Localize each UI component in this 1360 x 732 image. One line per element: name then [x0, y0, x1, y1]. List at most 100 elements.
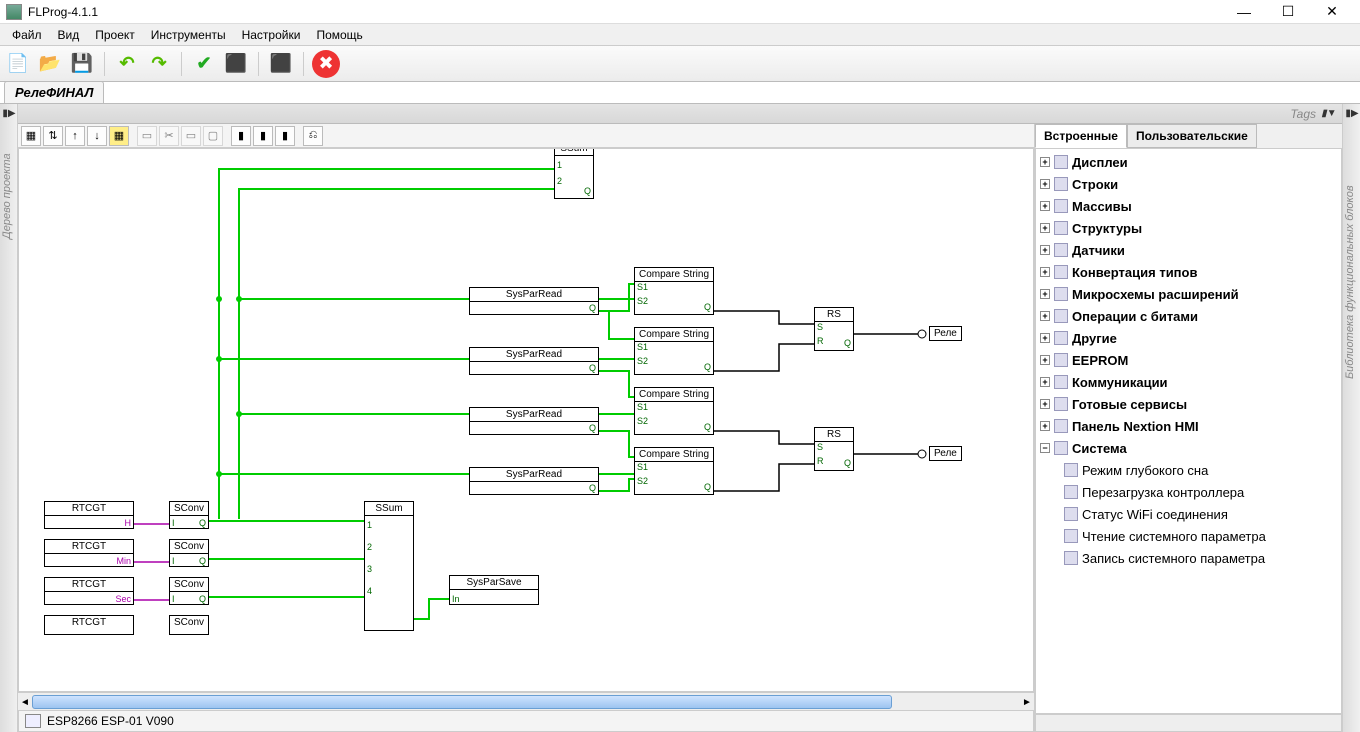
menu-tools[interactable]: Инструменты	[143, 26, 234, 44]
project-tab[interactable]: РелеФИНАЛ	[4, 81, 104, 103]
block-ssum-top[interactable]: SSum 1 2 Q	[554, 148, 594, 199]
ebtn-1[interactable]: ▦	[21, 126, 41, 146]
block-rtcgt-3[interactable]: RTCGT Sec	[44, 577, 134, 605]
ebtn-9[interactable]: ▢	[203, 126, 223, 146]
cancel-button[interactable]: ✖	[312, 50, 340, 78]
ebtn-10[interactable]: ▮	[231, 126, 251, 146]
menu-view[interactable]: Вид	[50, 26, 88, 44]
ebtn-2[interactable]: ⇅	[43, 126, 63, 146]
block-rs-1[interactable]: RS S R Q	[814, 307, 854, 351]
scroll-thumb[interactable]	[32, 695, 892, 709]
tree-item[interactable]: +Другие	[1038, 327, 1339, 349]
tree-item-label: EEPROM	[1072, 353, 1128, 368]
block-rtcgt-4[interactable]: RTCGT	[44, 615, 134, 635]
ebtn-12[interactable]: ▮	[275, 126, 295, 146]
tags-strip[interactable]: Tags ▮▼	[18, 104, 1342, 124]
menu-project[interactable]: Проект	[87, 26, 143, 44]
tree-item[interactable]: +Панель Nextion HMI	[1038, 415, 1339, 437]
block-ssum-mid[interactable]: SSum 1 2 3 4	[364, 501, 414, 631]
block-library-collapsed[interactable]: ▮▶ Библиотека функциональных блоков	[1342, 104, 1360, 732]
open-button[interactable]: 📂	[36, 50, 64, 78]
compile-button[interactable]: ⬛	[222, 50, 250, 78]
block-rtcgt-1[interactable]: RTCGT H	[44, 501, 134, 529]
tree-item[interactable]: Статус WiFi соединения	[1038, 503, 1339, 525]
upload-button[interactable]: ⬛	[267, 50, 295, 78]
port-q: Q	[704, 422, 711, 432]
check-button[interactable]: ✔	[190, 50, 218, 78]
block-sysparread-3[interactable]: SysParRead Q	[469, 407, 599, 435]
block-sysparread-1[interactable]: SysParRead Q	[469, 287, 599, 315]
project-tree-collapsed[interactable]: ▮▶ Дерево проекта	[0, 104, 18, 732]
block-rtcgt-2[interactable]: RTCGT Min	[44, 539, 134, 567]
block-sconv-2[interactable]: SConv I Q	[169, 539, 209, 567]
undo-button[interactable]: ↶	[113, 50, 141, 78]
tree-item[interactable]: +Массивы	[1038, 195, 1339, 217]
save-button[interactable]: 💾	[68, 50, 96, 78]
block-sconv-4[interactable]: SConv	[169, 615, 209, 635]
ebtn-up[interactable]: ↑	[65, 126, 85, 146]
canvas-hscroll[interactable]: ◄ ►	[18, 692, 1034, 710]
folder-icon	[1054, 309, 1068, 323]
block-compare-3[interactable]: Compare String S1 S2 Q	[634, 387, 714, 435]
ebtn-6[interactable]: ▭	[137, 126, 157, 146]
tree-item[interactable]: Перезагрузка контроллера	[1038, 481, 1339, 503]
ebtn-7[interactable]: ✂	[159, 126, 179, 146]
block-compare-2[interactable]: Compare String S1 S2 Q	[634, 327, 714, 375]
close-button[interactable]: ✕	[1310, 1, 1354, 23]
tree-item[interactable]: +Датчики	[1038, 239, 1339, 261]
new-button[interactable]: 📄	[4, 50, 32, 78]
tree-item[interactable]: +Конвертация типов	[1038, 261, 1339, 283]
block-sysparread-2[interactable]: SysParRead Q	[469, 347, 599, 375]
block-compare-1[interactable]: Compare String S1 S2 Q	[634, 267, 714, 315]
tree-item[interactable]: +EEPROM	[1038, 349, 1339, 371]
tree-item[interactable]: Чтение системного параметра	[1038, 525, 1339, 547]
tags-label: Tags	[1290, 107, 1316, 121]
tree-item[interactable]: Запись системного параметра	[1038, 547, 1339, 569]
minimize-button[interactable]: —	[1222, 1, 1266, 23]
block-compare-4[interactable]: Compare String S1 S2 Q	[634, 447, 714, 495]
block-sysparread-4[interactable]: SysParRead Q	[469, 467, 599, 495]
block-sysparsave[interactable]: SysParSave In	[449, 575, 539, 605]
library-hscroll[interactable]	[1035, 714, 1342, 732]
tree-item-label: Запись системного параметра	[1082, 551, 1265, 566]
diagram-canvas[interactable]: SSum 1 2 Q SysParRead Q SysParRead Q	[18, 148, 1034, 692]
block-sysparread-2-hdr: SysParRead	[470, 348, 598, 362]
menu-settings[interactable]: Настройки	[234, 26, 309, 44]
tree-item[interactable]: −Система	[1038, 437, 1339, 459]
block-sconv-1[interactable]: SConv I Q	[169, 501, 209, 529]
redo-button[interactable]: ↷	[145, 50, 173, 78]
menu-help[interactable]: Помощь	[308, 26, 370, 44]
block-sysparread-1-hdr: SysParRead	[470, 288, 598, 302]
tree-item[interactable]: +Операции с битами	[1038, 305, 1339, 327]
ebtn-5[interactable]: ▦	[109, 126, 129, 146]
ebtn-8[interactable]: ▭	[181, 126, 201, 146]
tree-item[interactable]: +Структуры	[1038, 217, 1339, 239]
library-tabs: Встроенные Пользовательские	[1035, 124, 1342, 148]
ebtn-11[interactable]: ▮	[253, 126, 273, 146]
block-icon	[1064, 507, 1078, 521]
tree-item-label: Датчики	[1072, 243, 1125, 258]
tree-item[interactable]: +Микросхемы расширений	[1038, 283, 1339, 305]
port-s: S	[817, 442, 823, 452]
menu-file[interactable]: Файл	[4, 26, 50, 44]
ebtn-down[interactable]: ↓	[87, 126, 107, 146]
block-sconv-3[interactable]: SConv I Q	[169, 577, 209, 605]
ebtn-13[interactable]: ⎌	[303, 126, 323, 146]
maximize-button[interactable]: ☐	[1266, 1, 1310, 23]
block-rs-1-hdr: RS	[815, 308, 853, 322]
folder-icon	[1054, 441, 1068, 455]
port-s2: S2	[637, 356, 648, 366]
block-rs-2[interactable]: RS S R Q	[814, 427, 854, 471]
tab-builtin[interactable]: Встроенные	[1035, 124, 1127, 148]
output-relay-2[interactable]: Реле	[929, 446, 962, 461]
library-tree[interactable]: +Дисплеи+Строки+Массивы+Структуры+Датчик…	[1035, 148, 1342, 714]
tree-item[interactable]: Режим глубокого сна	[1038, 459, 1339, 481]
output-relay-1[interactable]: Реле	[929, 326, 962, 341]
tree-item[interactable]: +Коммуникации	[1038, 371, 1339, 393]
port-3: 3	[367, 564, 372, 574]
tab-user[interactable]: Пользовательские	[1127, 124, 1257, 148]
tree-item[interactable]: +Готовые сервисы	[1038, 393, 1339, 415]
tree-item[interactable]: +Строки	[1038, 173, 1339, 195]
tree-item-label: Коммуникации	[1072, 375, 1168, 390]
tree-item[interactable]: +Дисплеи	[1038, 151, 1339, 173]
